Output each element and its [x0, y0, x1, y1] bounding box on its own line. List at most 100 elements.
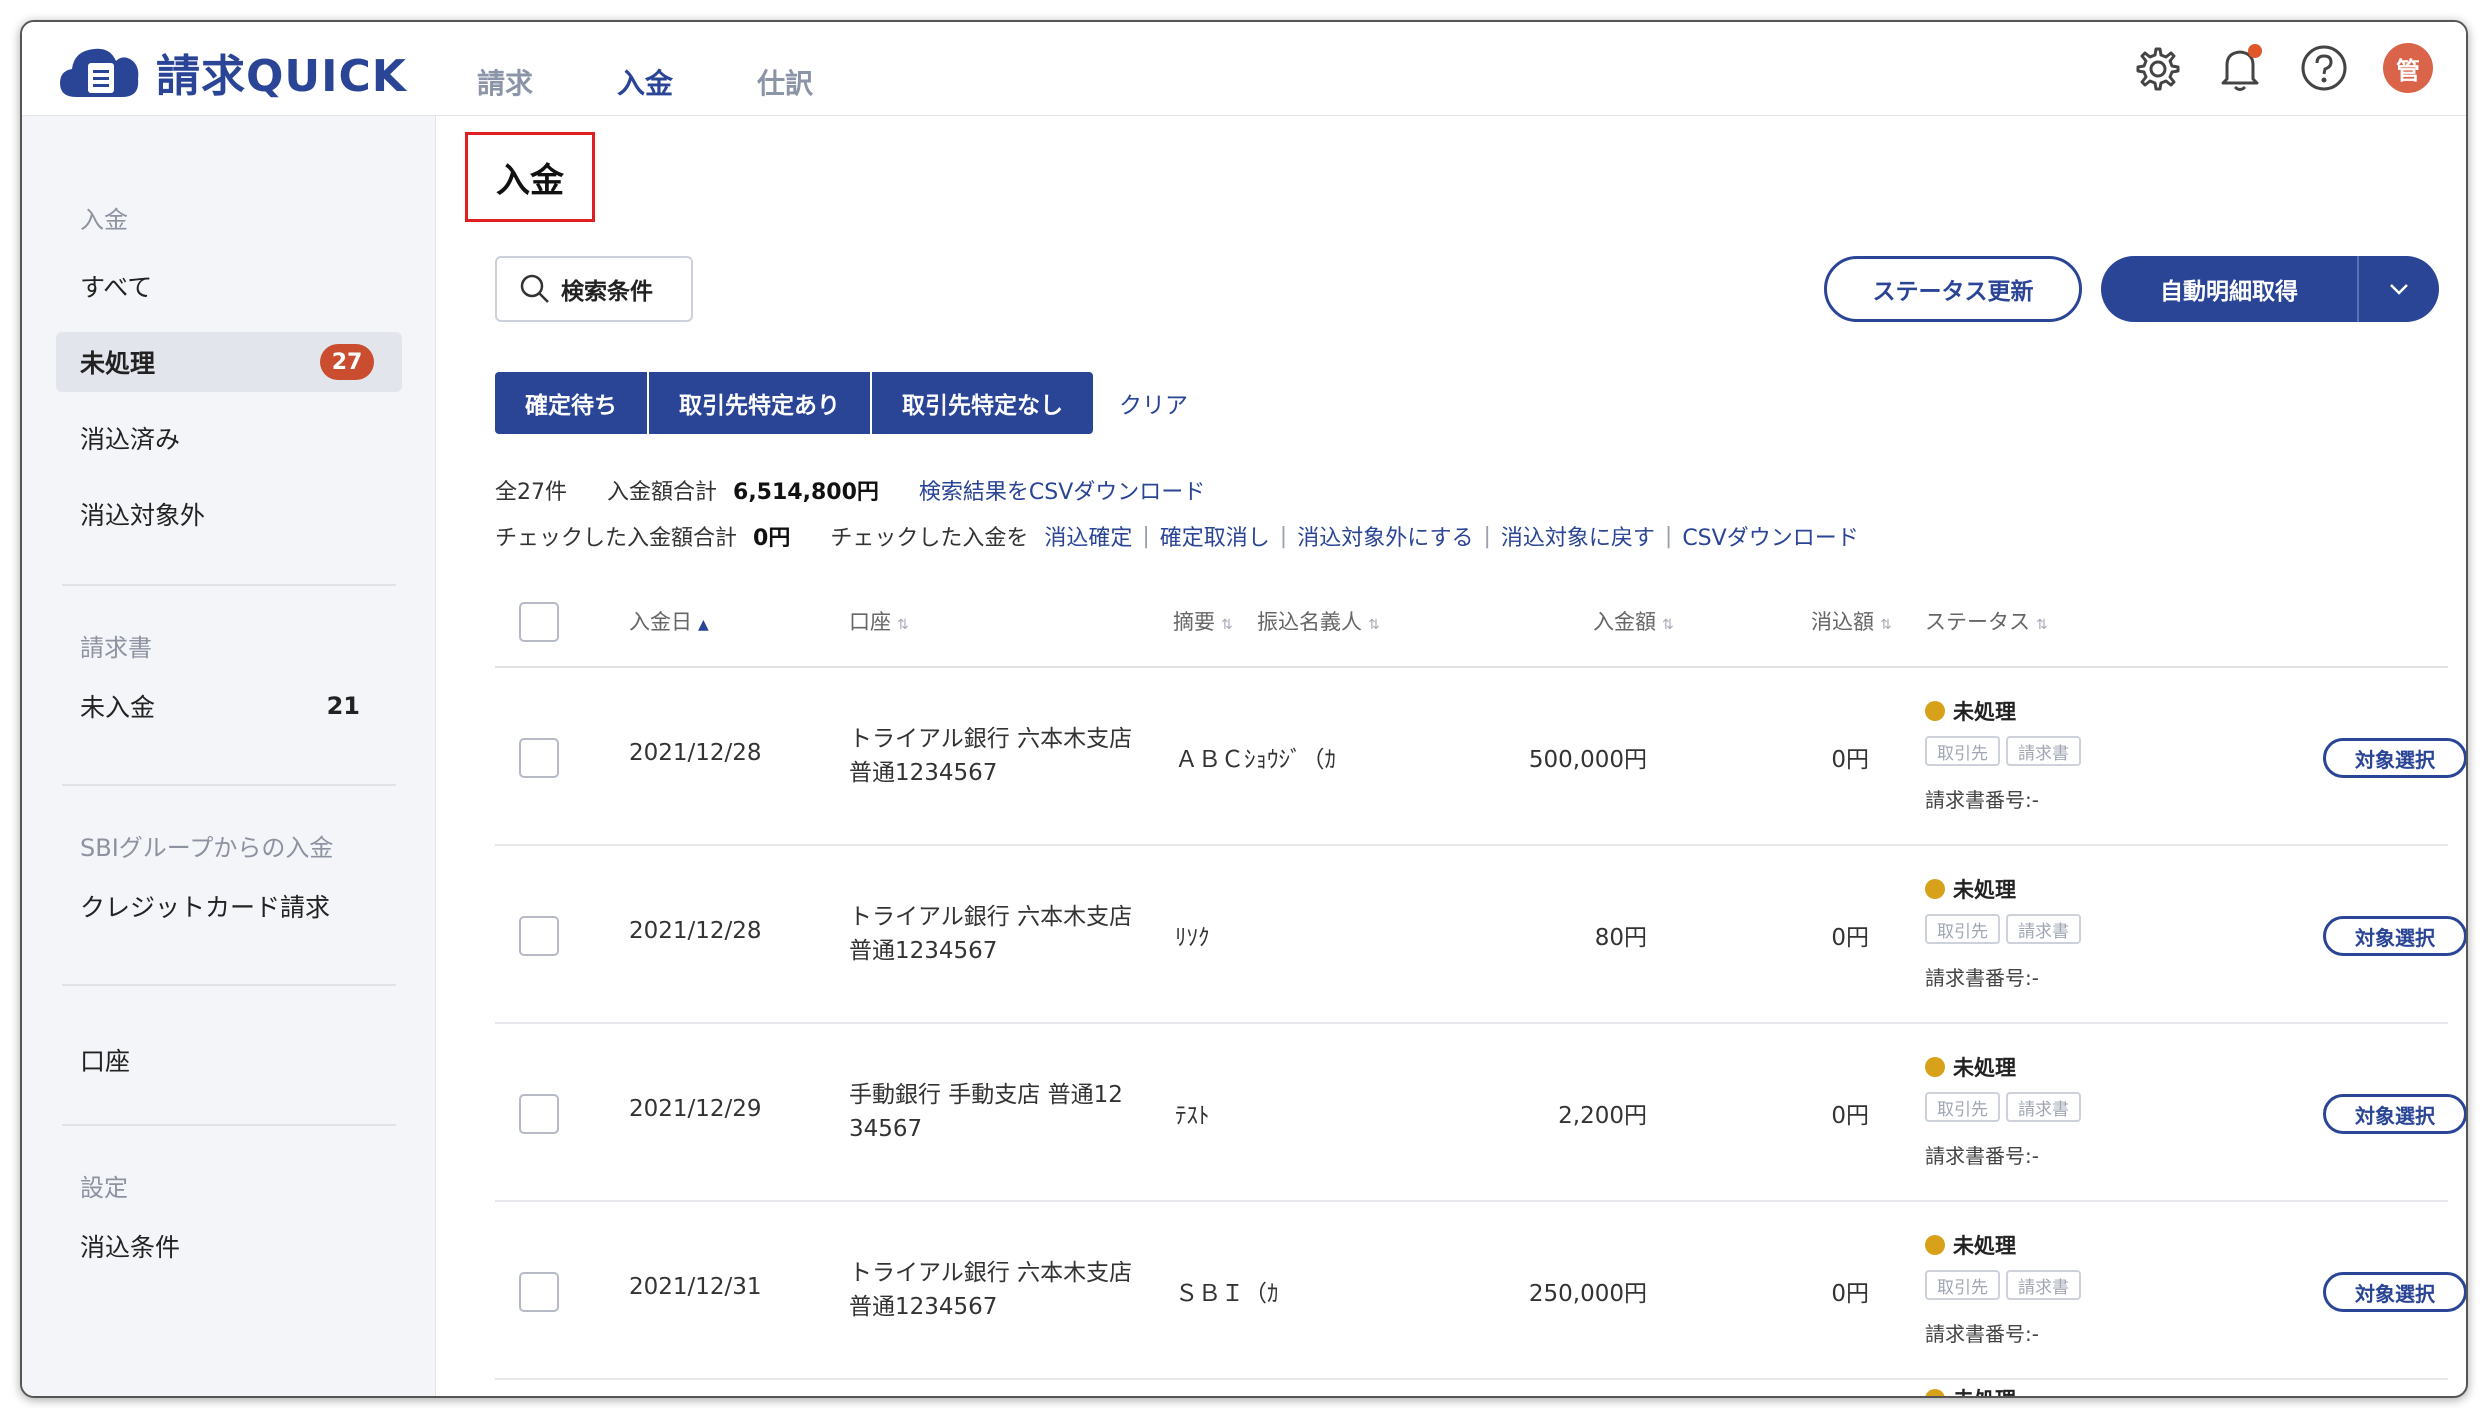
- notification-dot: [2248, 44, 2262, 58]
- invoice-number: 請求書番号:-: [1925, 966, 2039, 990]
- row-payer: ＡＢＣｼｮｳｼﾞ（ｶ: [1175, 747, 1336, 773]
- table-row: 2021/12/29 手動銀行 手動支店 普通12 34567 ﾃｽﾄ 2,200…: [495, 1024, 2466, 1202]
- invoice-number: 請求書番号:-: [1925, 788, 2039, 812]
- sidebar-item-unpaid[interactable]: 未入金 21: [56, 676, 402, 736]
- sidebar-item-label: 消込済み: [80, 425, 181, 454]
- table-row: 未処理: [495, 1380, 2448, 1396]
- sort-icon: ⇅: [2036, 617, 2048, 633]
- avatar: 管: [2383, 43, 2433, 93]
- sort-icon: ⇅: [1880, 617, 1892, 633]
- sidebar-section-settings: 設定: [80, 1174, 128, 1202]
- checked-action-label: チェックした入金を: [830, 526, 1029, 551]
- sidebar-divider: [62, 784, 396, 786]
- sidebar-item-all[interactable]: すべて: [56, 256, 402, 316]
- sidebar-item-cleared[interactable]: 消込済み: [56, 408, 402, 468]
- sidebar-item-credit-card[interactable]: クレジットカード請求: [56, 876, 402, 936]
- filter-partner-unidentified[interactable]: 取引先特定なし: [872, 372, 1093, 434]
- action-cancel-confirmation[interactable]: 確定取消し: [1160, 520, 1270, 552]
- sort-icon: ⇅: [897, 617, 909, 633]
- column-date[interactable]: 入金日 ▲: [629, 606, 709, 636]
- row-date: 2021/12/29: [629, 1096, 762, 1122]
- action-include[interactable]: 消込対象に戻す: [1501, 520, 1655, 552]
- sidebar-item-excluded[interactable]: 消込対象外: [56, 484, 402, 544]
- tag-invoice: 請求書: [2006, 736, 2081, 766]
- tag-partner: 取引先: [1925, 914, 2000, 944]
- sidebar-section-payment: 入金: [80, 206, 128, 234]
- gear-icon: [2136, 47, 2180, 91]
- sidebar-item-unprocessed[interactable]: 未処理 27: [56, 332, 402, 392]
- row-account: トライアル銀行 六本木支店 普通1234567: [849, 1260, 1133, 1320]
- filter-awaiting-confirmation[interactable]: 確定待ち: [495, 372, 649, 434]
- row-checkbox[interactable]: [519, 1094, 559, 1134]
- column-memo[interactable]: 摘要 ⇅: [1173, 606, 1233, 636]
- action-exclude[interactable]: 消込対象外にする: [1297, 520, 1473, 552]
- filter-chips: 確定待ち 取引先特定あり 取引先特定なし クリア: [495, 372, 1188, 434]
- select-target-button[interactable]: 対象選択: [2323, 1094, 2466, 1134]
- sidebar-item-label: 口座: [80, 1047, 131, 1076]
- row-account: 手動銀行 手動支店 普通12 34567: [849, 1082, 1123, 1142]
- row-payer: ﾘｿｸ: [1175, 925, 1210, 951]
- clear-filters-link[interactable]: クリア: [1119, 386, 1188, 420]
- select-all-checkbox[interactable]: [519, 602, 559, 642]
- row-date: 2021/12/28: [629, 740, 762, 766]
- logo[interactable]: 請求QUICK: [58, 40, 407, 104]
- action-csv-download[interactable]: CSVダウンロード: [1682, 520, 1858, 552]
- select-target-button[interactable]: 対象選択: [2323, 916, 2466, 956]
- checked-amount-value: 0円: [753, 526, 791, 551]
- divider: |: [1142, 523, 1150, 549]
- row-checkbox[interactable]: [519, 738, 559, 778]
- column-payer[interactable]: 振込名義人 ⇅: [1257, 606, 1380, 636]
- select-target-button[interactable]: 対象選択: [2323, 738, 2466, 778]
- table-header: 入金日 ▲ 口座 ⇅ 摘要 ⇅ 振込名義人 ⇅ 入金額 ⇅ 消込額 ⇅ ステータス ⇅: [495, 576, 2448, 668]
- nav-item-payment[interactable]: 入金: [617, 62, 673, 108]
- status-dot: [1925, 1235, 1945, 1255]
- sidebar-item-account[interactable]: 口座: [56, 1030, 402, 1090]
- csv-results-link[interactable]: 検索結果をCSVダウンロード: [919, 474, 1205, 506]
- select-target-button[interactable]: 対象選択: [2323, 1272, 2466, 1312]
- page-title-highlight: 入金: [465, 132, 595, 222]
- row-date: 2021/12/28: [629, 918, 762, 944]
- nav-item-journal[interactable]: 仕訳: [757, 62, 813, 108]
- sidebar-item-label: 消込条件: [80, 1233, 181, 1262]
- column-cleared[interactable]: 消込額 ⇅: [1811, 606, 1892, 636]
- status-tags: 取引先 請求書: [1925, 1092, 2087, 1122]
- auto-fetch-dropdown[interactable]: [2359, 282, 2439, 296]
- user-menu-button[interactable]: 管: [2380, 40, 2436, 96]
- filter-partner-identified[interactable]: 取引先特定あり: [649, 372, 872, 434]
- tag-partner: 取引先: [1925, 736, 2000, 766]
- app-window: 請求QUICK 請求 入金 仕訳 管 入金 すべて 未処理 27 消込済み 消込…: [20, 20, 2468, 1398]
- sidebar-item-label: 未処理: [80, 349, 156, 378]
- sidebar: 入金 すべて 未処理 27 消込済み 消込対象外 請求書 未入金 21 SBIグ…: [22, 116, 436, 1396]
- row-amount: 500,000円: [1528, 747, 1647, 773]
- row-amount: 250,000円: [1528, 1281, 1647, 1307]
- tag-partner: 取引先: [1925, 1092, 2000, 1122]
- search-conditions-button[interactable]: 検索条件: [495, 256, 693, 322]
- sort-icon: ⇅: [1368, 617, 1380, 633]
- action-confirm-clearing[interactable]: 消込確定: [1044, 520, 1132, 552]
- help-button[interactable]: [2296, 40, 2352, 96]
- nav-item-invoice[interactable]: 請求: [477, 62, 533, 108]
- sidebar-section-sbi: SBIグループからの入金: [80, 834, 334, 862]
- row-checkbox[interactable]: [519, 1272, 559, 1312]
- sidebar-item-clearing-rules[interactable]: 消込条件: [56, 1216, 402, 1276]
- header-icons: 管: [2100, 40, 2436, 96]
- sidebar-section-invoice: 請求書: [80, 634, 152, 662]
- notifications-button[interactable]: [2212, 40, 2268, 96]
- column-account[interactable]: 口座 ⇅: [849, 606, 909, 636]
- row-checkbox[interactable]: [519, 916, 559, 956]
- invoice-number: 請求書番号:-: [1925, 1144, 2039, 1168]
- settings-button[interactable]: [2128, 40, 2184, 96]
- sort-icon: ⇅: [1662, 617, 1674, 633]
- column-amount[interactable]: 入金額 ⇅: [1593, 606, 1674, 636]
- status-update-button[interactable]: ステータス更新: [1824, 256, 2082, 322]
- row-cleared: 0円: [1831, 1103, 1869, 1129]
- sort-icon: ⇅: [1221, 617, 1233, 633]
- table-row: 2021/12/28 トライアル銀行 六本木支店 普通1234567 ＡＢＣｼｮｳ…: [495, 668, 2466, 846]
- column-status[interactable]: ステータス ⇅: [1925, 606, 2048, 636]
- auto-fetch-button[interactable]: 自動明細取得: [2101, 256, 2439, 322]
- row-cleared: 0円: [1831, 925, 1869, 951]
- divider: |: [1279, 523, 1288, 549]
- invoice-number: 請求書番号:-: [1925, 1322, 2039, 1346]
- logo-icon: [60, 48, 139, 97]
- checked-actions: チェックした入金額合計 0円 チェックした入金を 消込確定 | 確定取消し | …: [495, 520, 1859, 552]
